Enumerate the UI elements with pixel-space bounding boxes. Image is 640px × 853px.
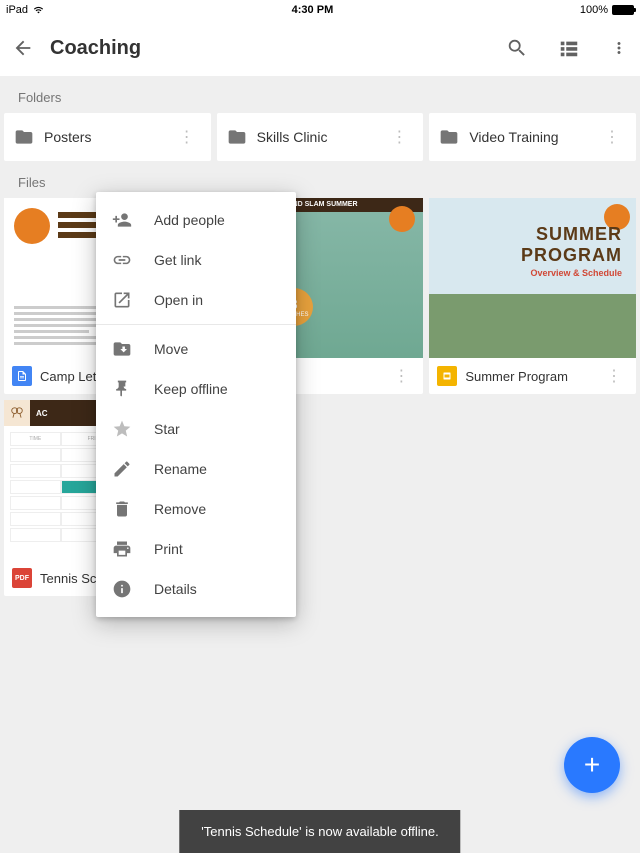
menu-label: Add people xyxy=(154,212,225,228)
menu-label: Star xyxy=(154,421,180,437)
star-icon xyxy=(112,419,132,439)
folder-skills-clinic[interactable]: Skills Clinic ⋮ xyxy=(217,113,424,161)
app-bar: Coaching xyxy=(0,20,640,76)
menu-move[interactable]: Move xyxy=(96,329,296,369)
toast-snackbar: 'Tennis Schedule' is now available offli… xyxy=(179,810,460,853)
file-more-button[interactable]: ⋮ xyxy=(387,360,415,392)
menu-get-link[interactable]: Get link xyxy=(96,240,296,280)
plus-icon: + xyxy=(584,749,600,781)
overflow-button[interactable] xyxy=(610,37,628,59)
print-icon xyxy=(112,539,132,559)
menu-label: Details xyxy=(154,581,197,597)
menu-details[interactable]: Details xyxy=(96,569,296,609)
back-button[interactable] xyxy=(12,37,34,59)
pdf-icon: PDF xyxy=(12,568,32,588)
folder-name: Video Training xyxy=(469,129,598,145)
trash-icon xyxy=(112,499,132,519)
folder-icon xyxy=(439,127,459,147)
pin-icon xyxy=(112,379,132,399)
menu-remove[interactable]: Remove xyxy=(96,489,296,529)
menu-label: Open in xyxy=(154,292,203,308)
menu-divider xyxy=(96,324,296,325)
menu-label: Print xyxy=(154,541,183,557)
folder-name: Posters xyxy=(44,129,173,145)
menu-label: Remove xyxy=(154,501,206,517)
move-icon xyxy=(112,339,132,359)
file-context-menu: Add people Get link Open in Move Keep of… xyxy=(96,192,296,617)
folder-more-button[interactable]: ⋮ xyxy=(173,121,201,153)
device-label: iPad xyxy=(6,4,28,16)
view-list-button[interactable] xyxy=(558,37,580,59)
menu-label: Move xyxy=(154,341,188,357)
doc-icon xyxy=(12,366,32,386)
menu-rename[interactable]: Rename xyxy=(96,449,296,489)
battery-percent: 100% xyxy=(580,4,608,16)
folders-section-label: Folders xyxy=(0,76,640,113)
folder-posters[interactable]: Posters ⋮ xyxy=(4,113,211,161)
wifi-icon xyxy=(32,5,45,15)
folder-row: Posters ⋮ Skills Clinic ⋮ Video Training… xyxy=(0,113,640,161)
folder-video-training[interactable]: Video Training ⋮ xyxy=(429,113,636,161)
menu-keep-offline[interactable]: Keep offline xyxy=(96,369,296,409)
folder-icon xyxy=(14,127,34,147)
file-more-button[interactable]: ⋮ xyxy=(600,360,628,392)
menu-label: Get link xyxy=(154,252,201,268)
menu-label: Keep offline xyxy=(154,381,228,397)
folder-name: Skills Clinic xyxy=(257,129,386,145)
menu-label: Rename xyxy=(154,461,207,477)
slide-icon xyxy=(437,366,457,386)
folder-more-button[interactable]: ⋮ xyxy=(385,121,413,153)
file-summer-program[interactable]: SUMMER PROGRAM Overview & Schedule Summe… xyxy=(429,198,636,394)
add-fab[interactable]: + xyxy=(564,737,620,793)
battery-icon xyxy=(612,5,634,15)
menu-star[interactable]: Star xyxy=(96,409,296,449)
page-title: Coaching xyxy=(50,37,490,60)
file-thumbnail: SUMMER PROGRAM Overview & Schedule xyxy=(429,198,636,358)
status-time: 4:30 PM xyxy=(292,4,334,16)
folder-more-button[interactable]: ⋮ xyxy=(598,121,626,153)
ios-status-bar: iPad 4:30 PM 100% xyxy=(0,0,640,20)
menu-print[interactable]: Print xyxy=(96,529,296,569)
search-button[interactable] xyxy=(506,37,528,59)
folder-icon xyxy=(227,127,247,147)
menu-add-people[interactable]: Add people xyxy=(96,200,296,240)
info-icon xyxy=(112,579,132,599)
rename-icon xyxy=(112,459,132,479)
add-people-icon xyxy=(112,210,132,230)
open-in-icon xyxy=(112,290,132,310)
menu-open-in[interactable]: Open in xyxy=(96,280,296,320)
file-name: Summer Program xyxy=(465,369,592,384)
link-icon xyxy=(112,250,132,270)
